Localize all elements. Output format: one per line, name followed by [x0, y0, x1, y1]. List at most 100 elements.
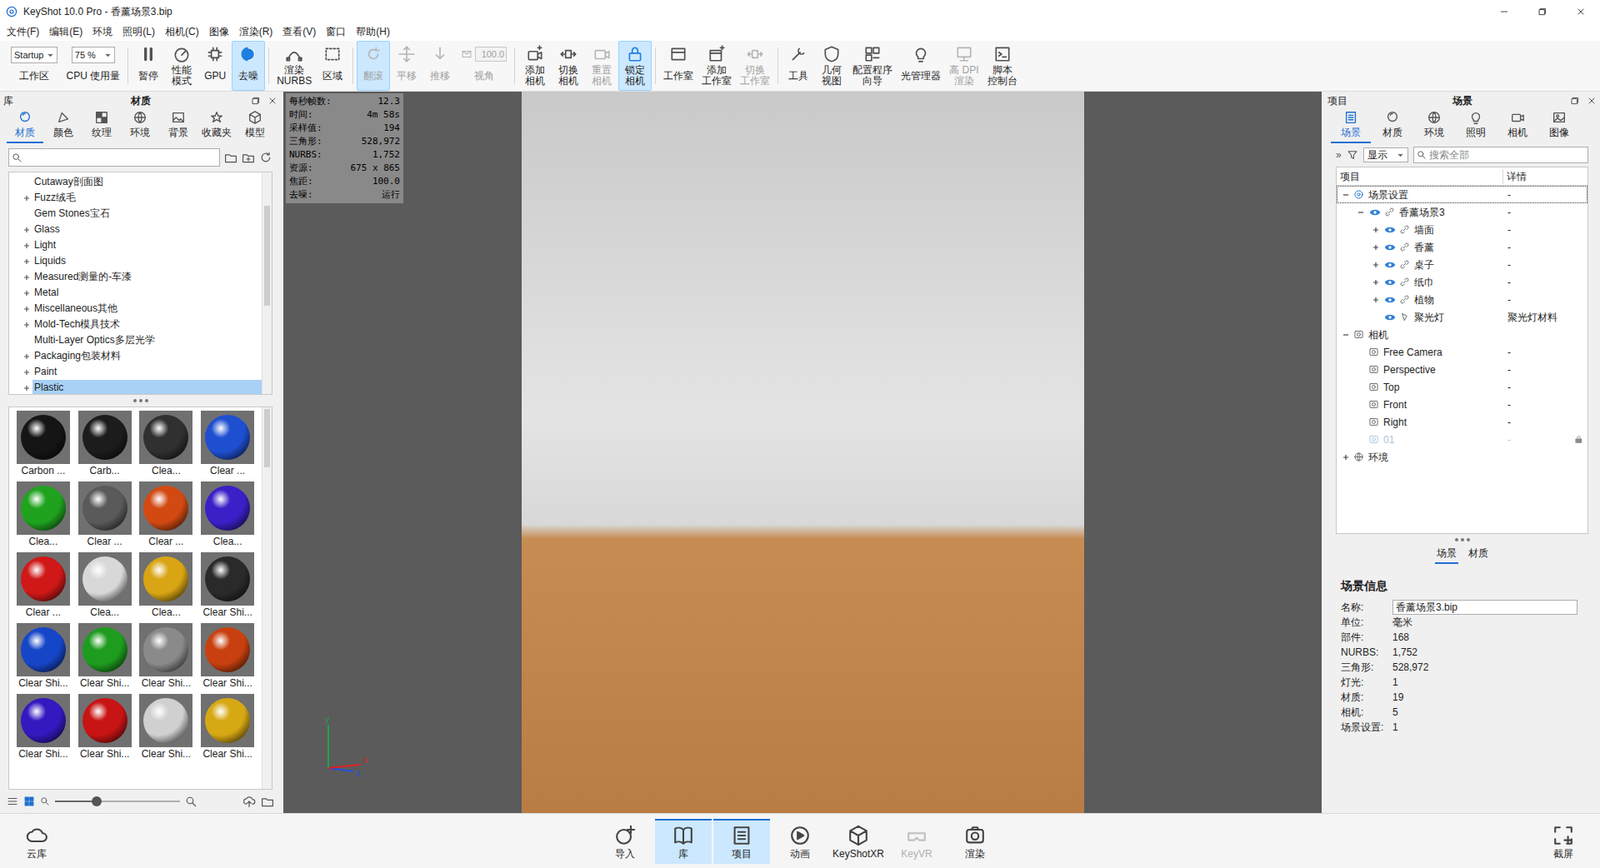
toolbar-button[interactable]: 区域 — [315, 40, 350, 91]
toolbar-button[interactable]: 暂停 — [131, 40, 165, 91]
menu-item[interactable]: 相机(C) — [160, 24, 205, 40]
project-search[interactable] — [1413, 146, 1589, 164]
tree-item[interactable]: Plastic — [9, 380, 262, 395]
library-search-input[interactable] — [22, 150, 217, 165]
tree-row[interactable]: Free Camera- — [1336, 343, 1588, 361]
dock-button[interactable]: KeyVR — [888, 819, 945, 865]
project-search-input[interactable] — [1429, 147, 1585, 163]
tree-item[interactable]: Glass — [9, 221, 262, 238]
material-thumbnail[interactable]: Clea... — [74, 552, 136, 620]
menu-item[interactable]: 环境 — [87, 24, 118, 40]
tree-row[interactable]: Front- — [1336, 395, 1588, 414]
toolbar-button[interactable]: 工具 — [781, 40, 815, 91]
dropdown-box[interactable]: 75 % — [71, 46, 115, 64]
toolbar-button[interactable]: 配置程序向导 — [848, 40, 897, 91]
tree-item[interactable]: Multi-Layer Optics多层光学 — [9, 332, 262, 349]
menu-item[interactable]: 帮助(H) — [350, 24, 395, 40]
expander-icon[interactable] — [1340, 452, 1351, 463]
tree-row[interactable]: 相机 — [1336, 325, 1588, 344]
tree-row[interactable]: 墙面- — [1336, 220, 1588, 239]
tree-item[interactable]: Paint — [9, 364, 262, 380]
dock-button[interactable]: 渲染 — [946, 819, 1004, 865]
undock-icon[interactable] — [250, 95, 261, 106]
material-thumbnail[interactable]: Carb... — [74, 410, 136, 479]
toolbar-button[interactable]: 锁定相机 — [618, 40, 652, 91]
toolbar-button[interactable]: 翻滚 — [356, 40, 390, 91]
expander-icon[interactable] — [1370, 225, 1381, 235]
scrollbar-thumb[interactable] — [264, 409, 270, 468]
zoom-knob[interactable] — [91, 796, 102, 807]
tree-item[interactable]: Measured测量的-车漆 — [9, 269, 262, 285]
tree-row[interactable]: 场景设置- — [1336, 185, 1588, 204]
menu-item[interactable]: 照明(L) — [117, 24, 160, 40]
window-close-button[interactable] — [1561, 0, 1600, 23]
tree-item[interactable]: Light — [9, 237, 262, 254]
close-icon[interactable] — [1586, 95, 1597, 106]
name-input[interactable]: 香薰场景3.bip — [1392, 600, 1578, 615]
material-thumbnail[interactable]: Clear Shi... — [196, 552, 259, 620]
toolbar-button[interactable]: 切换相机 — [551, 40, 585, 91]
tree-scrollbar[interactable] — [261, 172, 272, 395]
expander-icon[interactable] — [1340, 330, 1351, 340]
toolbar-button[interactable]: 添加工作室 — [697, 40, 736, 91]
toolbar-button[interactable]: 脚本控制台 — [983, 40, 1022, 91]
expander-icon[interactable] — [1340, 190, 1351, 200]
tree-row[interactable]: Right- — [1336, 413, 1588, 431]
dock-button[interactable]: 动画 — [771, 819, 829, 865]
grid-scrollbar[interactable] — [261, 407, 272, 790]
lock-icon[interactable] — [1574, 435, 1584, 445]
menu-item[interactable]: 编辑(E) — [44, 24, 88, 40]
material-thumbnail[interactable]: Clear Shi... — [74, 694, 136, 762]
toolbar-button[interactable]: 光管理器 — [896, 40, 945, 91]
dock-button[interactable]: KeyShotXR — [830, 819, 887, 865]
tree-item[interactable]: Gem Stones宝石 — [9, 205, 262, 222]
splitter-handle[interactable] — [1324, 534, 1600, 546]
zoom-slider[interactable] — [55, 800, 180, 803]
panel-tab[interactable]: 模型 — [236, 110, 274, 144]
toolbar-button[interactable]: 工作室 — [659, 40, 698, 91]
panel-tab[interactable]: 相机 — [1497, 110, 1538, 144]
window-min-button[interactable] — [1485, 0, 1524, 23]
material-thumbnail[interactable]: Clear Shi... — [196, 623, 259, 691]
tree-row[interactable]: 桌子- — [1336, 255, 1588, 274]
dock-button[interactable]: 截屏 — [1535, 819, 1592, 865]
expander-icon[interactable] — [1370, 242, 1381, 253]
dropdown-box[interactable]: Startup — [10, 46, 58, 64]
tree-row[interactable]: 环境 — [1336, 448, 1588, 466]
toolbar-button[interactable]: GPU — [198, 40, 232, 91]
upload-icon[interactable] — [242, 795, 256, 809]
refresh-icon[interactable] — [259, 150, 273, 165]
column-header[interactable]: 详情 — [1503, 169, 1588, 185]
scrollbar-thumb[interactable] — [264, 205, 270, 306]
material-thumbnail[interactable]: Carbon ... — [12, 410, 75, 479]
tree-row[interactable]: Top- — [1336, 378, 1588, 396]
folder-icon[interactable] — [260, 795, 275, 809]
list-view-icon[interactable] — [6, 795, 19, 808]
material-thumbnail[interactable]: Clear ... — [12, 552, 75, 620]
material-thumbnail[interactable]: Clea... — [196, 481, 259, 550]
show-dropdown[interactable]: 显示 — [1363, 147, 1409, 163]
close-icon[interactable] — [267, 95, 278, 106]
menu-item[interactable]: 渲染(R) — [234, 24, 279, 40]
folderplus-icon[interactable] — [241, 150, 255, 165]
toolbar-button[interactable]: 性能模式 — [165, 40, 199, 91]
material-thumbnail[interactable]: Clear Shi... — [12, 623, 75, 691]
tree-row[interactable]: 香薰场景3- — [1336, 203, 1588, 221]
tree-row[interactable]: Perspective- — [1336, 360, 1588, 379]
dock-button[interactable]: 库 — [655, 819, 712, 865]
tree-row[interactable]: 聚光灯聚光灯材料 — [1336, 308, 1588, 326]
toolbar-button[interactable]: 推移 — [423, 40, 457, 91]
expander-icon[interactable] — [1370, 260, 1381, 270]
folder-icon[interactable] — [224, 150, 238, 165]
dock-button[interactable]: 项目 — [713, 819, 770, 865]
toolbar-button[interactable]: 渲染NURBS — [272, 40, 316, 91]
material-thumbnail[interactable]: Clear ... — [135, 481, 198, 550]
filter-icon[interactable] — [1346, 149, 1359, 161]
panel-tab[interactable]: 场景 — [1330, 110, 1371, 144]
material-thumbnail[interactable]: Clea... — [135, 410, 198, 479]
tree-row[interactable]: 植物- — [1336, 290, 1588, 309]
undock-icon[interactable] — [1570, 95, 1580, 106]
material-thumbnail[interactable]: Clear Shi... — [12, 694, 75, 762]
panel-tab[interactable]: 颜色 — [45, 110, 82, 144]
fov-input[interactable]: 100.0 — [475, 46, 507, 62]
